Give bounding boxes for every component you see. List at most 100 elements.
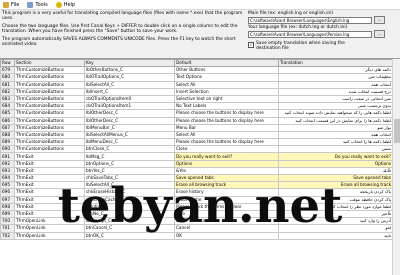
column-header-row[interactable]: Row (0, 59, 15, 68)
table-row[interactable]: 680 TfrmCustomizeButtons lblOTrailOptions_… (0, 73, 393, 82)
default-cell: Menu Bar (174, 123, 279, 132)
scrollbar-thumb[interactable] (394, 119, 400, 143)
section-cell: TfrmCustomizeButtons (14, 87, 85, 96)
default-cell: Other Buttons (174, 66, 279, 75)
key-cell: cbOTrailOptionsItem0 (84, 94, 175, 104)
column-header-key[interactable]: Key (84, 59, 175, 68)
translation-file-path-input[interactable]: C:\software\Avant Browser\Languages\Pers… (248, 30, 372, 38)
translation-cell[interactable]: Options (278, 159, 393, 168)
translation-file-browse-button[interactable]: ... (374, 30, 385, 38)
key-cell: lblMenuDesc_C (84, 138, 175, 147)
default-cell: Do you really want to exit? (174, 152, 279, 161)
row-number-cell: 687 (0, 123, 15, 132)
default-cell: Text Options (174, 73, 279, 82)
table-row[interactable]: 679 TfrmCustomizeButtons lbOtherButtons_C O… (0, 66, 393, 75)
default-cell: Please choose the buttons to display her… (174, 116, 279, 125)
row-number-cell: 692 (0, 159, 15, 168)
table-row[interactable]: 687 TfrmCustomizeButtons lblMenuBar_C Menu … (0, 123, 393, 132)
translation-cell[interactable]: لطفا دکمه هایی را که میخواهید نمایش داده… (278, 109, 393, 118)
translation-cell[interactable]: انتخاب همه (278, 130, 393, 140)
default-cell: Please choose the buttons to display her… (174, 138, 279, 147)
default-cell: Insert Selection (174, 87, 279, 96)
menu-tools[interactable]: Tools (27, 1, 48, 8)
section-cell: TfrmCustomizeButtons (14, 109, 85, 118)
menu-bar: File Tools Help (0, 0, 400, 10)
menu-file[interactable]: File (3, 1, 20, 8)
row-number-cell: 683 (0, 94, 15, 104)
table-row[interactable]: 684 TfrmCustomizeButtons cbOTrailOptionsIt… (0, 102, 393, 111)
translation-cell[interactable]: لطفا دکمه ها را برای نمایش در این قسمت ا… (278, 116, 393, 125)
row-number-cell: 685 (0, 109, 15, 118)
section-cell: TfrmCustomizeButtons (14, 130, 85, 140)
key-cell: lbOtherButtons_C (84, 66, 175, 75)
table-row[interactable]: 681 TfrmCustomizeButtons lblSelectAll_C Sel… (0, 80, 393, 89)
row-number-cell: 680 (0, 73, 15, 82)
translation-cell[interactable]: انتخاب همه (278, 80, 393, 89)
translation-cell[interactable]: بدون برچسب متنی (278, 102, 393, 111)
table-row[interactable]: 691 TfrmExit lblMsg_C Do you really want to… (0, 152, 393, 161)
section-cell: TfrmCustomizeButtons (14, 102, 85, 111)
section-cell: TfrmCustomizeButtons (14, 73, 85, 82)
key-cell: lblSelectAllMenus_C (84, 130, 175, 140)
default-cell: Select All (174, 80, 279, 89)
table-row[interactable]: 690 TfrmCustomizeButtons btnClose_C Close بس… (0, 145, 393, 154)
row-number-cell: 691 (0, 152, 15, 161)
section-cell: TfrmCustomizeButtons (14, 94, 85, 104)
save-empty-checkbox[interactable]: ✓ (248, 42, 254, 48)
row-number-cell: 690 (0, 145, 15, 154)
menu-file-label: File (11, 1, 20, 8)
key-cell: lblSelectAll_C (84, 80, 175, 89)
column-header-translation[interactable]: Translation (278, 59, 393, 68)
table-row[interactable]: 688 TfrmCustomizeButtons lblSelectAllMenus… (0, 130, 393, 140)
table-row[interactable]: 686 TfrmCustomizeButtons lblOtherDesc_C Ple… (0, 116, 393, 125)
key-cell: lblOtherDesc_C (84, 116, 175, 125)
table-row[interactable]: 682 TfrmCustomizeButtons lblInsert_C Insert… (0, 87, 393, 96)
section-cell: TfrmExit (14, 152, 85, 161)
tools-icon (27, 1, 34, 8)
key-cell: btnYes_C (84, 166, 175, 176)
table-row[interactable]: 692 TfrmExit btnOptions_C Options Options (0, 159, 393, 168)
default-cell: Options (174, 159, 279, 168)
translation-cell[interactable]: دکمه های دیگر (278, 66, 393, 75)
save-empty-option: ✓ Save empty translation when saving the… (248, 41, 398, 51)
table-row[interactable]: 689 TfrmCustomizeButtons lblMenuDesc_C Plea… (0, 138, 393, 147)
default-cell: &Yes (174, 166, 279, 176)
vertical-scrollbar[interactable] (392, 59, 400, 275)
main-file-browse-button[interactable]: ... (374, 16, 385, 24)
menu-help[interactable]: Help (55, 1, 76, 8)
file-selection-panel: Main file (ex: english.lng or english.in… (248, 11, 398, 51)
key-cell: lblMenuBar_C (84, 123, 175, 132)
section-cell: TfrmExit (14, 159, 85, 168)
row-number-cell: 679 (0, 66, 15, 75)
row-number-cell: 686 (0, 116, 15, 125)
menu-help-label: Help (63, 1, 76, 8)
main-file-path-input[interactable]: C:\software\Avant Browser\Languages\Engl… (248, 16, 372, 24)
default-cell: Select All (174, 130, 279, 140)
translation-cell[interactable]: درج قسمت انتخاب شده (278, 87, 393, 96)
table-row[interactable]: 693 TfrmExit btnYes_C &Yes &بله (0, 166, 393, 176)
row-number-cell: 681 (0, 80, 15, 89)
translation-grid: Row Section Key Default Translation 679 T… (0, 58, 400, 275)
column-header-default[interactable]: Default (174, 59, 279, 68)
translation-cell[interactable]: Do you really want to exit? (278, 152, 393, 161)
row-number-cell: 693 (0, 166, 15, 176)
section-cell: TfrmExit (14, 166, 85, 176)
table-row[interactable]: 685 TfrmCustomizeButtons lblOtherDesc_C Ple… (0, 109, 393, 118)
translation-cell[interactable]: لطفا دکمه ها را انتخاب کنید (278, 138, 393, 147)
translation-cell[interactable]: نوار منو (278, 123, 393, 132)
table-row[interactable]: 683 TfrmCustomizeButtons cbOTrailOptionsIt… (0, 94, 393, 104)
key-cell: lblOTrailOptions_C (84, 73, 175, 82)
row-number-cell: 688 (0, 130, 15, 140)
translation-cell[interactable]: متن انتخابی در سمت راست (278, 94, 393, 104)
info-text: This program is a very useful for transl… (2, 11, 246, 49)
section-cell: TfrmCustomizeButtons (14, 138, 85, 147)
row-number-cell: 684 (0, 102, 15, 111)
translation-cell[interactable]: بستن (278, 145, 393, 154)
folder-icon (3, 1, 9, 8)
row-number-cell: 682 (0, 87, 15, 96)
default-cell: Please choose the buttons to display her… (174, 109, 279, 118)
translation-cell[interactable]: &بله (278, 166, 393, 176)
section-cell: TfrmCustomizeButtons (14, 80, 85, 89)
translation-cell[interactable]: تنظیمات متن (278, 73, 393, 82)
column-header-section[interactable]: Section (14, 59, 85, 68)
